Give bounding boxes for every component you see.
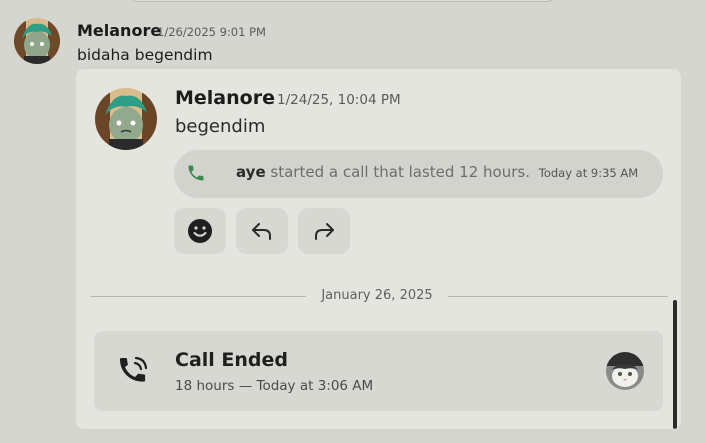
cartoon-avatar-icon xyxy=(95,88,157,150)
forward-button[interactable] xyxy=(298,208,350,254)
message-timestamp: 1/26/2025 9:01 PM xyxy=(157,25,266,39)
add-reaction-button[interactable] xyxy=(174,208,226,254)
reply-button[interactable] xyxy=(236,208,288,254)
forwarded-message-embed: Melanore 1/24/25, 10:04 PM begendim aye … xyxy=(76,69,681,429)
previous-message-edge xyxy=(131,0,554,2)
message-author[interactable]: Melanore xyxy=(77,21,161,40)
scrollbar[interactable] xyxy=(673,300,677,429)
call-notice-time: Today at 9:35 AM xyxy=(538,166,639,180)
call-notice-user[interactable]: aye xyxy=(236,163,266,181)
phone-call-icon xyxy=(119,356,148,382)
cat-avatar-icon xyxy=(606,352,644,390)
forwarded-avatar[interactable] xyxy=(95,88,157,150)
forwarded-author[interactable]: Melanore xyxy=(175,87,275,109)
emoji-reaction-icon xyxy=(188,219,212,243)
call-notice: aye started a call that lasted 12 hours.… xyxy=(174,150,663,198)
phone-icon xyxy=(188,165,204,181)
message-text: bidaha begendim xyxy=(77,46,213,64)
forwarded-text: begendim xyxy=(175,116,266,137)
call-notice-text: aye started a call that lasted 12 hours.… xyxy=(236,163,638,181)
date-divider-line xyxy=(91,296,306,297)
avatar[interactable] xyxy=(14,18,60,64)
cartoon-avatar-icon xyxy=(14,18,60,64)
participant-avatar[interactable] xyxy=(606,352,644,390)
call-ended-title: Call Ended xyxy=(175,349,288,371)
forward-icon xyxy=(315,223,334,240)
reply-icon xyxy=(252,223,271,240)
date-divider: January 26, 2025 xyxy=(321,288,433,303)
call-ended-card: Call Ended 18 hours — Today at 3:06 AM xyxy=(94,331,663,411)
call-notice-message: started a call that lasted 12 hours. xyxy=(270,163,530,181)
date-divider-line xyxy=(448,296,668,297)
forwarded-timestamp: 1/24/25, 10:04 PM xyxy=(277,92,401,108)
call-duration: 18 hours — Today at 3:06 AM xyxy=(175,378,374,394)
